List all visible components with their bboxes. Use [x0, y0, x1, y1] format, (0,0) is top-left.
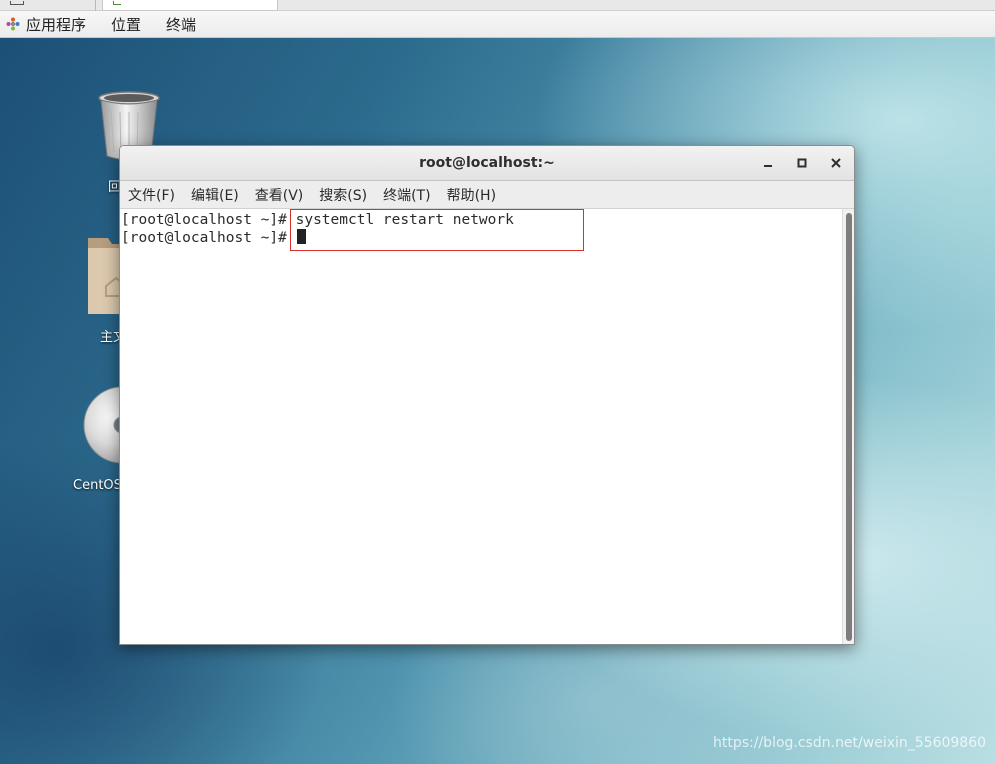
terminal-scrollbar[interactable] — [842, 209, 854, 644]
panel-applications-menu[interactable]: 应用程序 — [26, 14, 86, 35]
menu-edit[interactable]: 编辑(E) — [191, 185, 239, 205]
menu-help[interactable]: 帮助(H) — [447, 185, 496, 205]
minimize-icon — [764, 165, 772, 167]
close-button[interactable] — [826, 153, 846, 173]
minimize-button[interactable] — [758, 153, 778, 173]
terminal-window[interactable]: root@localhost:~ 文件(F) 编辑(E) 查看(V) 搜索(S)… — [119, 145, 855, 645]
window-list-icon — [10, 1, 24, 5]
top-panel: 应用程序 位置 终端 — [0, 11, 995, 38]
maximize-button[interactable] — [792, 153, 812, 173]
applications-icon[interactable] — [6, 17, 20, 31]
terminal-menubar: 文件(F) 编辑(E) 查看(V) 搜索(S) 终端(T) 帮助(H) — [120, 181, 854, 209]
menu-view[interactable]: 查看(V) — [255, 185, 304, 205]
menu-file[interactable]: 文件(F) — [128, 185, 175, 205]
maximize-icon — [797, 158, 807, 168]
close-icon — [831, 158, 841, 168]
shell-prompt: [root@localhost ~]# — [121, 230, 287, 246]
shell-prompt: [root@localhost ~]# — [121, 212, 287, 228]
cd-disc-label: CentOS — [73, 478, 122, 493]
top-tab-strip — [0, 0, 995, 11]
terminal-output[interactable]: [root@localhost ~]# systemctl restart ne… — [120, 209, 842, 644]
panel-terminal-menu[interactable]: 终端 — [166, 14, 196, 35]
terminal-tab-icon — [113, 1, 121, 5]
menu-search[interactable]: 搜索(S) — [319, 185, 367, 205]
terminal-titlebar[interactable]: root@localhost:~ — [120, 146, 854, 181]
terminal-line: [root@localhost ~]# — [121, 229, 306, 247]
menu-terminal[interactable]: 终端(T) — [383, 185, 430, 205]
window-tab-active[interactable] — [102, 0, 278, 11]
window-tab[interactable] — [0, 0, 96, 11]
panel-places-menu[interactable]: 位置 — [111, 14, 141, 35]
scrollbar-thumb[interactable] — [846, 213, 852, 641]
window-title: root@localhost:~ — [419, 155, 555, 171]
watermark-text: https://blog.csdn.net/weixin_55609860 — [713, 735, 987, 751]
highlight-annotation-box — [290, 209, 584, 251]
